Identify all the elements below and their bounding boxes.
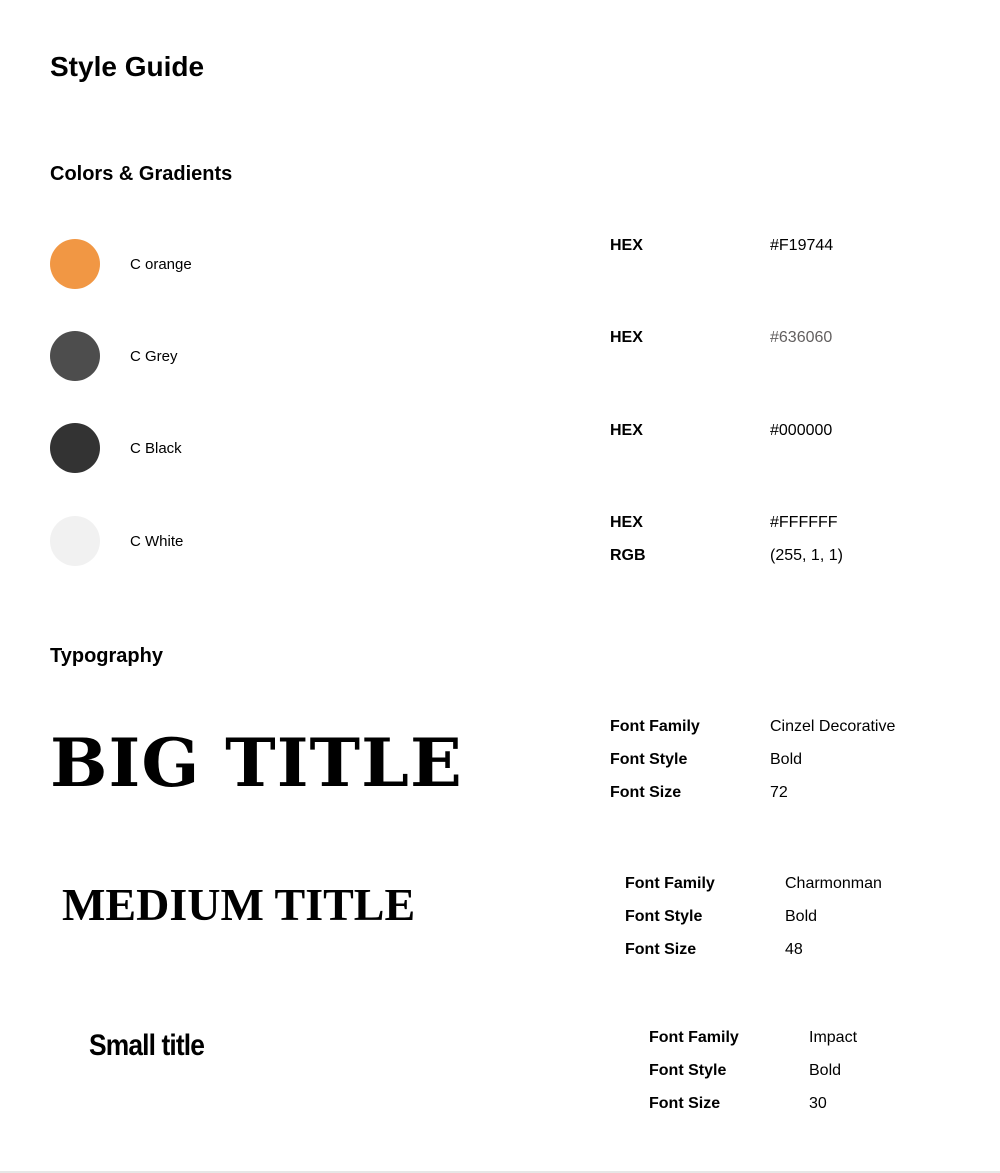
font-family-value: Impact [809, 1029, 858, 1046]
medium-title-sample: MEDIUM TITLE [62, 879, 416, 930]
font-size-label: Font Size [610, 784, 682, 801]
color-name: C orange [130, 256, 192, 273]
rgb-label: RGB [610, 547, 646, 564]
font-size-label: Font Size [625, 941, 697, 958]
color-swatch-black [50, 423, 100, 473]
font-style-value: Bold [809, 1062, 842, 1079]
small-title-sample: Small title [89, 1029, 205, 1062]
font-size-value: 48 [785, 941, 803, 958]
hex-label: HEX [610, 237, 643, 254]
color-name: C White [130, 533, 184, 550]
hex-label: HEX [610, 329, 643, 346]
font-style-value: Bold [770, 751, 803, 768]
font-style-label: Font Style [649, 1062, 727, 1079]
font-size-value: 30 [809, 1095, 827, 1112]
hex-value: #636060 [770, 329, 833, 346]
font-style-value: Bold [785, 908, 818, 925]
hex-label: HEX [610, 422, 643, 439]
font-family-value: Cinzel Decorative [770, 718, 896, 735]
font-size-label: Font Size [649, 1095, 721, 1112]
rgb-value: (255, 1, 1) [770, 547, 843, 564]
font-family-label: Font Family [649, 1029, 739, 1046]
color-swatch-orange [50, 239, 100, 289]
hex-label: HEX [610, 514, 643, 531]
color-name: C Black [130, 440, 182, 457]
font-style-label: Font Style [625, 908, 703, 925]
big-title-sample: BIG TITLE [50, 724, 463, 802]
hex-value: #000000 [770, 422, 833, 439]
font-style-label: Font Style [610, 751, 688, 768]
font-family-label: Font Family [625, 875, 715, 892]
colors-section-title: Colors & Gradients [50, 163, 233, 185]
color-swatch-grey [50, 331, 100, 381]
page-title: Style Guide [50, 51, 205, 82]
color-name: C Grey [130, 348, 178, 365]
hex-value: #FFFFFF [770, 514, 838, 531]
hex-value: #F19744 [770, 237, 834, 254]
font-family-value: Charmonman [785, 875, 882, 892]
font-family-label: Font Family [610, 718, 700, 735]
color-swatch-white [50, 516, 100, 566]
typography-section-title: Typography [50, 645, 163, 667]
font-size-value: 72 [770, 784, 788, 801]
